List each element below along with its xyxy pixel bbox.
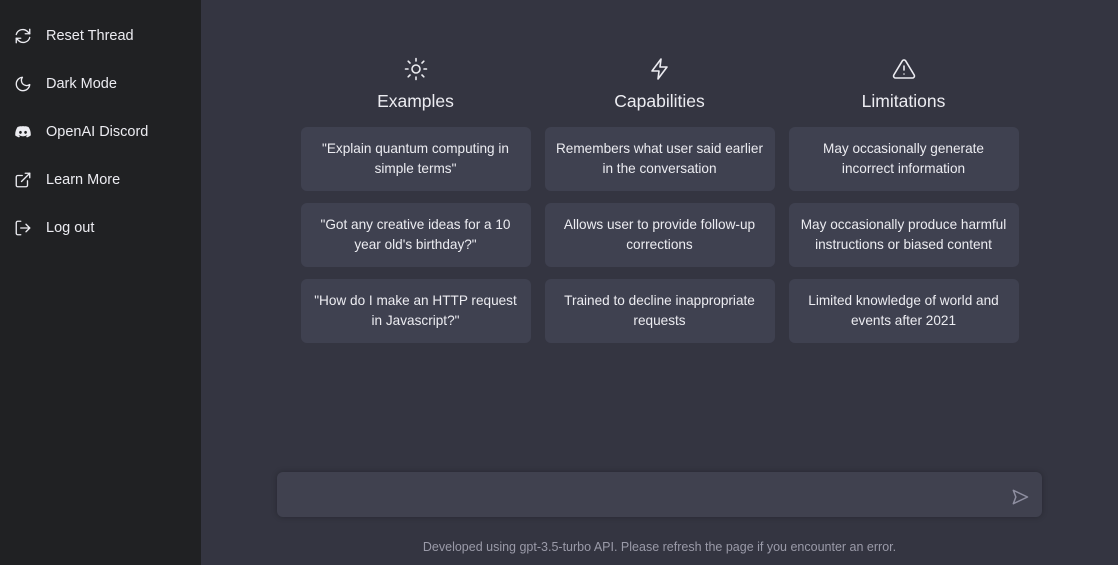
- column-limitations: Limitations May occasionally generate in…: [788, 55, 1019, 470]
- sidebar-item-label: Learn More: [46, 171, 121, 188]
- main-content: Examples "Explain quantum computing in s…: [201, 0, 1118, 565]
- discord-icon: [14, 123, 32, 141]
- composer-area: Developed using gpt-3.5-turbo API. Pleas…: [201, 472, 1118, 565]
- sidebar: Reset Thread Dark Mode OpenAI Discord Le…: [0, 0, 201, 565]
- composer-row: [277, 472, 1042, 522]
- column-capabilities: Capabilities Remembers what user said ea…: [544, 55, 775, 470]
- sidebar-item-openai-discord[interactable]: OpenAI Discord: [0, 108, 201, 156]
- column-title: Limitations: [861, 91, 946, 111]
- limitation-card: May occasionally generate incorrect info…: [788, 126, 1019, 191]
- limitation-card: May occasionally produce harmful instruc…: [788, 202, 1019, 267]
- warning-icon: [892, 55, 916, 83]
- sidebar-item-label: Log out: [46, 219, 95, 236]
- sidebar-item-label: Reset Thread: [46, 27, 134, 44]
- sidebar-item-label: OpenAI Discord: [46, 123, 149, 140]
- chat-input[interactable]: [277, 472, 1042, 517]
- external-link-icon: [14, 171, 32, 189]
- capability-card: Allows user to provide follow-up correct…: [544, 202, 775, 267]
- lightning-icon: [648, 55, 672, 83]
- feature-columns: Examples "Explain quantum computing in s…: [300, 0, 1019, 470]
- send-button[interactable]: [1006, 483, 1034, 511]
- reset-icon: [14, 27, 32, 45]
- moon-icon: [14, 75, 32, 93]
- limitation-card: Limited knowledge of world and events af…: [788, 278, 1019, 343]
- sidebar-item-learn-more[interactable]: Learn More: [0, 156, 201, 204]
- sun-icon: [404, 55, 428, 83]
- example-card-list: "Explain quantum computing in simple ter…: [300, 126, 531, 343]
- sidebar-item-dark-mode[interactable]: Dark Mode: [0, 60, 201, 108]
- example-card[interactable]: "Explain quantum computing in simple ter…: [300, 126, 531, 191]
- capability-card: Trained to decline inappropriate request…: [544, 278, 775, 343]
- example-card[interactable]: "Got any creative ideas for a 10 year ol…: [300, 202, 531, 267]
- limitation-card-list: May occasionally generate incorrect info…: [788, 126, 1019, 343]
- column-examples: Examples "Explain quantum computing in s…: [300, 55, 531, 470]
- logout-icon: [14, 219, 32, 237]
- example-card[interactable]: "How do I make an HTTP request in Javasc…: [300, 278, 531, 343]
- capability-card: Remembers what user said earlier in the …: [544, 126, 775, 191]
- intro-panel: Examples "Explain quantum computing in s…: [201, 0, 1118, 470]
- sidebar-item-label: Dark Mode: [46, 75, 117, 92]
- sidebar-item-reset-thread[interactable]: Reset Thread: [0, 12, 201, 60]
- column-title: Capabilities: [614, 91, 705, 111]
- sidebar-item-log-out[interactable]: Log out: [0, 204, 201, 252]
- send-icon: [1010, 487, 1030, 507]
- capability-card-list: Remembers what user said earlier in the …: [544, 126, 775, 343]
- column-title: Examples: [377, 91, 454, 111]
- footer-note: Developed using gpt-3.5-turbo API. Pleas…: [422, 540, 897, 554]
